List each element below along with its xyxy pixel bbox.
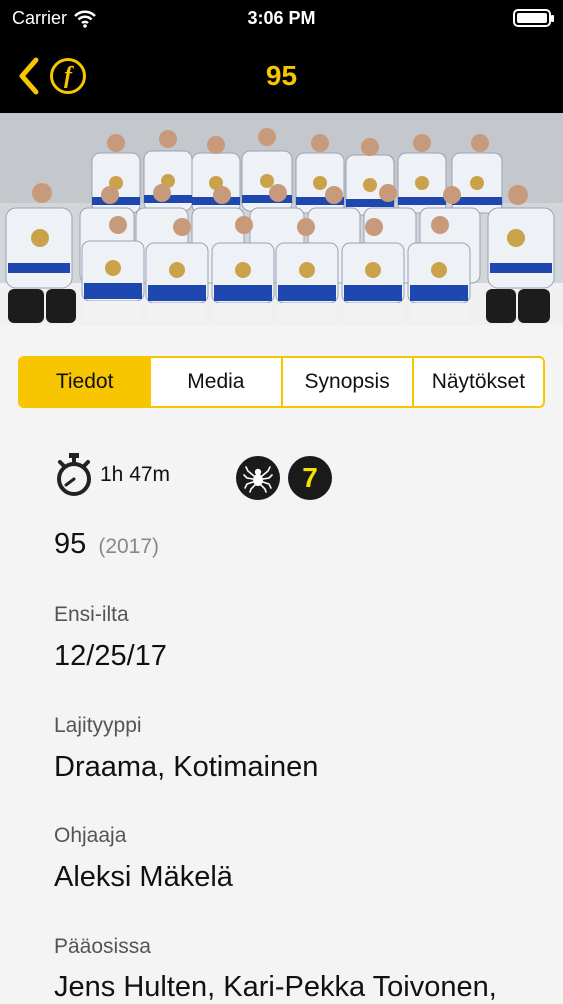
genre-value: Draama, Kotimainen bbox=[54, 751, 319, 783]
movie-title: 95 bbox=[54, 528, 87, 560]
page-title: 95 bbox=[265, 60, 298, 91]
cast-label: Pääosissa bbox=[54, 935, 151, 958]
duration-text: 1h 47m bbox=[100, 463, 171, 486]
director-value: Aleksi Mäkelä bbox=[54, 861, 233, 893]
status-time: 3:06 PM bbox=[247, 8, 316, 28]
genre-label: Lajityyppi bbox=[54, 714, 142, 737]
rating-icons: 7 bbox=[236, 456, 332, 500]
battery-icon bbox=[513, 9, 554, 27]
segmented-tabs: Tiedot Media Synopsis Näytökset bbox=[18, 356, 545, 408]
tab-tiedot[interactable]: Tiedot bbox=[20, 358, 150, 406]
cast-value: Jens Hulten, Kari-Pekka Toivonen, bbox=[54, 971, 497, 1003]
movie-hero-image bbox=[0, 113, 563, 325]
premiere-label: Ensi-ilta bbox=[54, 603, 129, 626]
age-rating-badge: 7 bbox=[288, 456, 332, 500]
tab-media[interactable]: Media bbox=[149, 358, 280, 406]
tab-synopsis[interactable]: Synopsis bbox=[280, 358, 412, 406]
movie-title-line: 95 (2017) bbox=[54, 528, 159, 561]
navigation-bar: f 95 bbox=[0, 50, 563, 105]
premiere-value: 12/25/17 bbox=[54, 640, 167, 672]
status-bar: Carrier 3:06 PM bbox=[0, 0, 563, 40]
top-bar: Carrier 3:06 PM f 95 bbox=[0, 0, 563, 113]
team-photo bbox=[0, 113, 563, 325]
duration-row: 1h 47m bbox=[54, 452, 170, 498]
movie-year: (2017) bbox=[98, 535, 160, 558]
stopwatch-icon bbox=[57, 453, 91, 496]
spider-icon bbox=[236, 456, 280, 500]
tab-naytokset[interactable]: Näytökset bbox=[411, 358, 543, 406]
director-label: Ohjaaja bbox=[54, 824, 127, 847]
